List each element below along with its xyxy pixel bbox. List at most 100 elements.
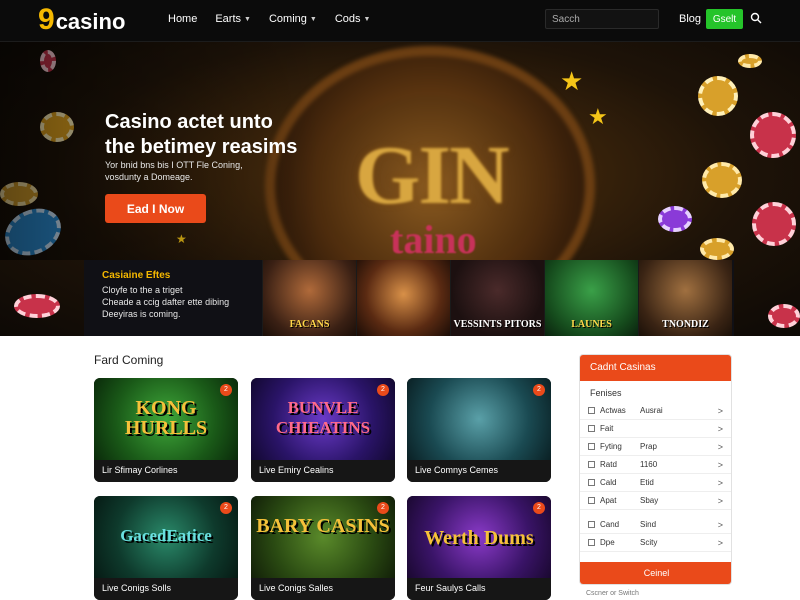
filter-row[interactable]: Fait > xyxy=(580,420,731,438)
filter-row[interactable]: Ratd 1160 > xyxy=(580,456,731,474)
filter-name: Fait xyxy=(600,424,614,433)
nav-cods[interactable]: Cods ▼ xyxy=(335,13,371,25)
game-tile[interactable]: VESSINTS PITORS xyxy=(450,260,544,336)
card-badge: 2 xyxy=(533,384,545,396)
filter-row[interactable]: Dpe Scity > xyxy=(580,534,731,552)
panel-submit-button[interactable]: Ceinel xyxy=(580,562,731,584)
game-card[interactable]: KONG HURLLS 2 Lir Sfimay Corlines xyxy=(94,378,238,482)
chevron-right-icon: > xyxy=(717,459,723,470)
chevron-down-icon: ▼ xyxy=(363,15,371,23)
game-tile[interactable]: LAUNES xyxy=(544,260,638,336)
hero-big-casino-text: taino xyxy=(390,217,477,262)
game-card[interactable]: 2 Live Comnys Cemes xyxy=(407,378,551,482)
checkbox[interactable] xyxy=(588,443,595,450)
filter-name: Fyting xyxy=(600,442,622,451)
game-tile-label: FACANS xyxy=(289,319,330,330)
filter-row[interactable]: Apat Sbay > xyxy=(580,492,731,510)
game-card-art-text: BUNVLE CHIEATINS xyxy=(275,398,371,437)
checkbox[interactable] xyxy=(588,479,595,486)
nav-coming[interactable]: Coming ▼ xyxy=(269,13,317,25)
search-icon[interactable] xyxy=(750,12,762,24)
game-tile-label: TNONDIZ xyxy=(662,319,709,330)
casino-filter-panel: Cadnt Casinas Fenises Actwas Ausrai > Fait… xyxy=(579,354,732,585)
chevron-right-icon: > xyxy=(717,423,723,434)
checkbox[interactable] xyxy=(588,521,595,528)
game-tile-label: LAUNES xyxy=(571,319,612,330)
card-badge: 2 xyxy=(220,502,232,514)
filter-name: Ratd xyxy=(600,460,617,469)
filter-value: Ausrai xyxy=(640,406,663,415)
filter-row[interactable]: Cald Etid > xyxy=(580,474,731,492)
panel-footer-text: Cscner or Switch xyxy=(586,590,639,597)
poker-chip-image xyxy=(700,238,734,260)
filter-row[interactable]: Fyting Prap > xyxy=(580,438,731,456)
game-card-caption: Lir Sfimay Corlines xyxy=(94,460,238,482)
logo-nine: 9 xyxy=(38,3,55,36)
filter-value: Sind xyxy=(640,520,657,529)
game-card-art-text: GacedEatice xyxy=(120,526,212,545)
panel-title: Cadnt Casinas xyxy=(580,355,731,381)
poker-chip-image xyxy=(738,54,762,68)
hero-big-logo-text: GIN xyxy=(355,129,510,222)
star-icon: ★ xyxy=(588,104,608,129)
game-card-image: Werth Dums xyxy=(407,496,551,578)
nav-coming-label: Coming xyxy=(268,13,307,25)
filter-value: Prap xyxy=(640,442,657,451)
signup-button[interactable]: Gselt xyxy=(706,9,743,29)
hero-cta-button[interactable]: Ead I Now xyxy=(105,194,206,223)
strip-line: Cheade a ccig dafter ette dibing xyxy=(102,297,230,307)
filter-value: 1160 xyxy=(640,460,658,469)
featured-games-strip: Casiaine Eftes Cloyfe to the a triget Ch… xyxy=(84,260,734,336)
filter-name: Cand xyxy=(600,520,620,529)
star-icon: ★ xyxy=(560,66,584,96)
filter-row[interactable]: Cand Sind > xyxy=(580,516,731,534)
nav-earts[interactable]: Earts ▼ xyxy=(215,13,251,25)
hero-subtitle: Yor bnid bns bis I OTT Fle Coning, vosdu… xyxy=(105,160,243,182)
chevron-right-icon: > xyxy=(717,495,723,506)
chevron-right-icon: > xyxy=(717,405,723,416)
game-card-art-text: BARY CASINS xyxy=(256,515,390,537)
game-card[interactable]: BUNVLE CHIEATINS 2 Live Emiry Cealins xyxy=(251,378,395,482)
game-card[interactable]: GacedEatice 2 Live Conigs Solls xyxy=(94,496,238,600)
strip-title: Casiaine Eftes xyxy=(102,270,171,281)
poker-chip-image xyxy=(14,294,60,318)
game-card[interactable]: BARY CASINS 2 Live Conigs Salles xyxy=(251,496,395,600)
card-badge: 2 xyxy=(377,502,389,514)
poker-chip-image xyxy=(702,162,742,198)
card-badge: 2 xyxy=(533,502,545,514)
filter-name: Apat xyxy=(600,496,617,505)
game-card-caption: Live Conigs Salles xyxy=(251,578,395,600)
filter-value: Sbay xyxy=(640,496,659,505)
card-badge: 2 xyxy=(220,384,232,396)
game-card[interactable]: Werth Dums 2 Feur Saulys Calls xyxy=(407,496,551,600)
search-input[interactable] xyxy=(545,9,659,29)
game-tile[interactable]: TNONDIZ xyxy=(638,260,732,336)
game-tile[interactable]: FACANS xyxy=(262,260,356,336)
checkbox[interactable] xyxy=(588,407,595,414)
chevron-right-icon: > xyxy=(717,519,723,530)
poker-chip-image xyxy=(698,76,738,116)
card-badge: 2 xyxy=(377,384,389,396)
game-tile[interactable] xyxy=(356,260,450,336)
chevron-right-icon: > xyxy=(717,537,723,548)
game-card-caption: Feur Saulys Calls xyxy=(407,578,551,600)
game-card-image: GacedEatice xyxy=(94,496,238,578)
filter-name: Dpe xyxy=(600,538,615,547)
checkbox[interactable] xyxy=(588,539,595,546)
blog-link[interactable]: Blog xyxy=(679,13,701,25)
game-card-art-text: Werth Dums xyxy=(424,527,534,549)
strip-line: Cloyfe to the a triget xyxy=(102,285,183,295)
checkbox[interactable] xyxy=(588,425,595,432)
checkbox[interactable] xyxy=(588,461,595,468)
nav-home[interactable]: Home xyxy=(168,13,197,25)
strip-line: Deeyiras is coming. xyxy=(102,309,181,319)
top-navbar: 9 casino Home Earts▼ Coming▼ Cods▼ Blog … xyxy=(0,0,800,42)
filter-row[interactable]: Actwas Ausrai > xyxy=(580,402,731,420)
game-card-art-text: KONG HURLLS xyxy=(124,397,208,439)
filter-value: Etid xyxy=(640,478,654,487)
poker-chip-image xyxy=(750,112,796,158)
strip-info: Casiaine Eftes Cloyfe to the a triget Ch… xyxy=(84,260,262,336)
logo-wordmark: casino xyxy=(55,9,126,34)
site-logo[interactable]: 9 casino xyxy=(38,5,125,35)
checkbox[interactable] xyxy=(588,497,595,504)
